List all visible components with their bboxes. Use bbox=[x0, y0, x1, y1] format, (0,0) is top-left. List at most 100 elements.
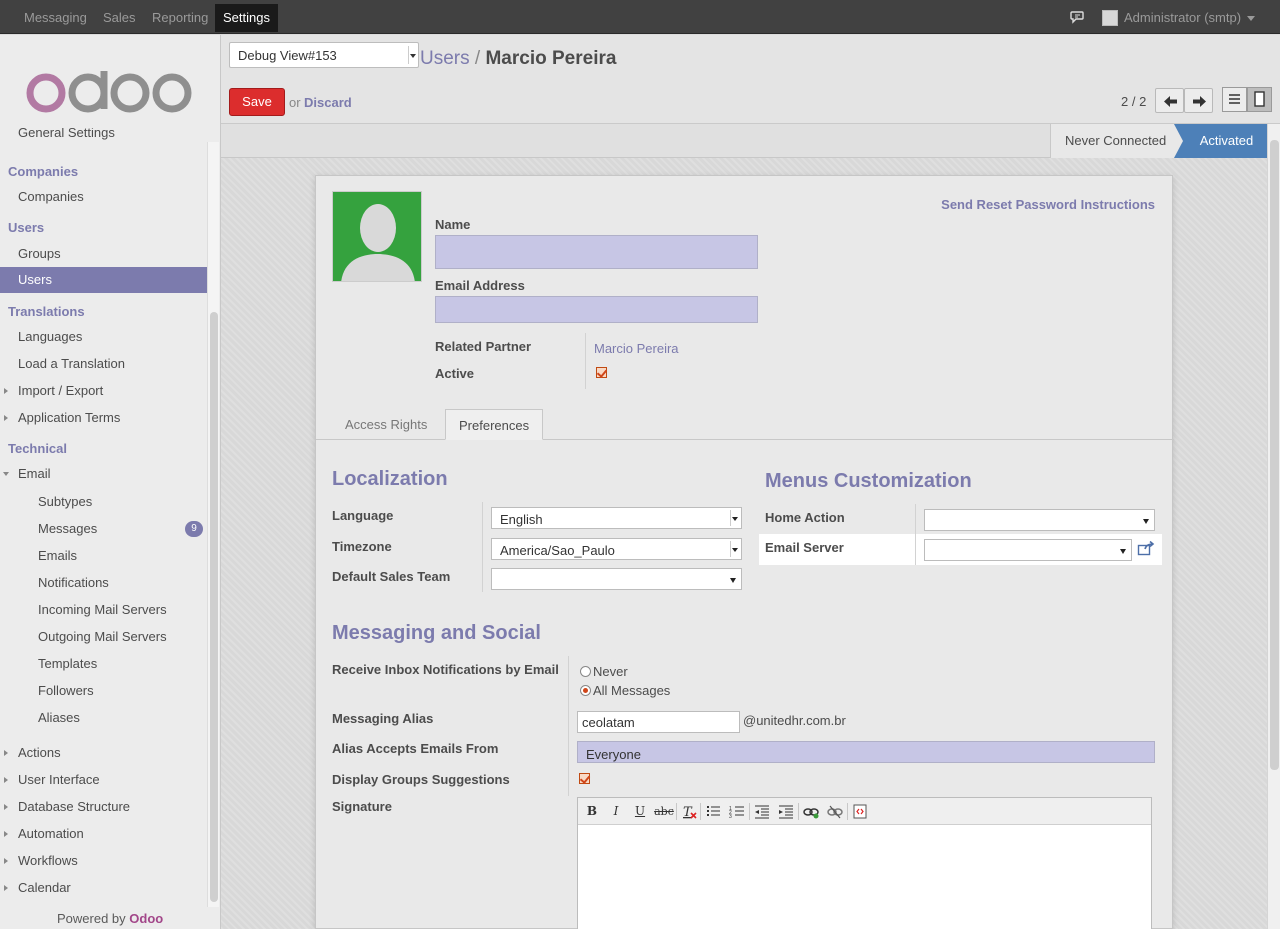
menu-reporting[interactable]: Reporting bbox=[144, 4, 216, 32]
indent-icon[interactable] bbox=[776, 802, 796, 821]
scrollbar-thumb[interactable] bbox=[1270, 140, 1279, 770]
messaging-alias-input[interactable]: ceolatam bbox=[577, 711, 740, 733]
breadcrumb-users-link[interactable]: Users bbox=[420, 48, 470, 69]
list-view-button[interactable] bbox=[1222, 87, 1247, 112]
underline-icon[interactable]: U bbox=[630, 802, 650, 821]
email-input[interactable] bbox=[435, 296, 758, 323]
active-checkbox[interactable] bbox=[596, 367, 607, 378]
sidebar-item-user-interface[interactable]: User Interface bbox=[0, 767, 207, 793]
related-partner-link[interactable]: Marcio Pereira bbox=[594, 341, 679, 356]
sidebar-item-general-settings[interactable]: General Settings bbox=[0, 128, 207, 142]
home-action-select[interactable] bbox=[924, 509, 1155, 531]
sidebar-header-translations: Translations bbox=[8, 304, 85, 319]
menu-messaging[interactable]: Messaging bbox=[16, 4, 95, 32]
external-link-icon[interactable] bbox=[1137, 540, 1155, 556]
status-never-connected[interactable]: Never Connected bbox=[1050, 124, 1181, 158]
language-select[interactable]: English bbox=[491, 507, 742, 529]
expand-arrow-icon[interactable] bbox=[4, 858, 8, 864]
sidebar-item-email[interactable]: Email bbox=[0, 461, 207, 487]
sidebar-item-languages[interactable]: Languages bbox=[0, 324, 207, 350]
discard-button[interactable]: Discard bbox=[304, 95, 352, 110]
radio-all-messages[interactable] bbox=[580, 685, 591, 696]
numbered-list-icon[interactable]: 123 bbox=[727, 802, 747, 821]
debug-view-select[interactable]: Debug View#153 bbox=[229, 42, 419, 68]
link-icon[interactable] bbox=[801, 802, 821, 821]
chevron-down-icon bbox=[730, 541, 739, 557]
status-activated[interactable]: Activated bbox=[1174, 124, 1269, 158]
sidebar-item-notifications[interactable]: Notifications bbox=[0, 570, 207, 596]
sidebar-item-load-translation[interactable]: Load a Translation bbox=[0, 351, 207, 377]
sidebar-item-groups[interactable]: Groups bbox=[0, 241, 207, 267]
sidebar-item-messages[interactable]: Messages 9 bbox=[0, 516, 207, 542]
expand-arrow-icon[interactable] bbox=[4, 415, 8, 421]
send-reset-password-link[interactable]: Send Reset Password Instructions bbox=[941, 197, 1155, 212]
sidebar-item-label: Automation bbox=[18, 826, 84, 841]
sidebar-item-companies[interactable]: Companies bbox=[0, 184, 207, 210]
user-avatar-image[interactable] bbox=[332, 191, 422, 282]
previous-record-button[interactable] bbox=[1155, 88, 1184, 113]
radio-never[interactable] bbox=[580, 666, 591, 677]
sidebar-item-database-structure[interactable]: Database Structure bbox=[0, 794, 207, 820]
language-label: Language bbox=[332, 508, 394, 523]
main-scrollbar[interactable] bbox=[1267, 124, 1280, 929]
save-button[interactable]: Save bbox=[229, 88, 285, 116]
timezone-select[interactable]: America/Sao_Paulo bbox=[491, 538, 742, 560]
chevron-down-icon bbox=[730, 510, 739, 526]
source-code-icon[interactable] bbox=[850, 802, 870, 821]
tab-access-rights[interactable]: Access Rights bbox=[332, 409, 440, 440]
collapse-arrow-icon[interactable] bbox=[3, 472, 9, 476]
form-icon bbox=[1254, 91, 1265, 107]
sidebar-item-application-terms[interactable]: Application Terms bbox=[0, 405, 207, 431]
remove-format-icon[interactable]: T bbox=[679, 802, 699, 821]
sidebar-item-users[interactable]: Users bbox=[0, 267, 207, 293]
expand-arrow-icon[interactable] bbox=[4, 804, 8, 810]
powered-by-text: Powered by bbox=[57, 911, 126, 926]
sidebar-item-followers[interactable]: Followers bbox=[0, 678, 207, 704]
pager-counter[interactable]: 2 / 2 bbox=[1121, 94, 1146, 109]
sidebar-item-incoming-mail-servers[interactable]: Incoming Mail Servers bbox=[0, 597, 207, 623]
language-value: English bbox=[500, 512, 543, 527]
form-view-button[interactable] bbox=[1247, 87, 1272, 112]
sidebar-item-subtypes[interactable]: Subtypes bbox=[0, 489, 207, 515]
odoo-link[interactable]: Odoo bbox=[129, 911, 163, 926]
menu-settings[interactable]: Settings bbox=[215, 4, 278, 32]
signature-editor[interactable]: B I U abc T 123 bbox=[577, 797, 1152, 929]
alias-accepts-select[interactable]: Everyone bbox=[577, 741, 1155, 763]
default-sales-team-label: Default Sales Team bbox=[332, 569, 451, 584]
default-sales-team-select[interactable] bbox=[491, 568, 742, 590]
display-groups-checkbox[interactable] bbox=[579, 773, 590, 784]
sidebar-item-outgoing-mail-servers[interactable]: Outgoing Mail Servers bbox=[0, 624, 207, 650]
outdent-icon[interactable] bbox=[752, 802, 772, 821]
sidebar-scrollbar[interactable] bbox=[207, 142, 219, 907]
email-server-select[interactable] bbox=[924, 539, 1132, 561]
sidebar-item-templates[interactable]: Templates bbox=[0, 651, 207, 677]
chevron-down-icon bbox=[730, 578, 736, 583]
expand-arrow-icon[interactable] bbox=[4, 885, 8, 891]
italic-icon[interactable]: I bbox=[606, 802, 626, 821]
debug-view-value: Debug View#153 bbox=[238, 48, 337, 63]
sidebar-item-label: Database Structure bbox=[18, 799, 131, 814]
chat-icon[interactable] bbox=[1070, 9, 1086, 25]
bold-icon[interactable]: B bbox=[582, 802, 602, 821]
sidebar-item-import-export[interactable]: Import / Export bbox=[0, 378, 207, 404]
sidebar-item-emails[interactable]: Emails bbox=[0, 543, 207, 569]
sidebar-item-aliases[interactable]: Aliases bbox=[0, 705, 207, 731]
expand-arrow-icon[interactable] bbox=[4, 831, 8, 837]
strikethrough-icon[interactable]: abc bbox=[654, 802, 674, 821]
expand-arrow-icon[interactable] bbox=[4, 388, 8, 394]
sidebar-item-automation[interactable]: Automation bbox=[0, 821, 207, 847]
expand-arrow-icon[interactable] bbox=[4, 750, 8, 756]
tab-preferences[interactable]: Preferences bbox=[445, 409, 544, 440]
unlink-icon[interactable] bbox=[825, 802, 845, 821]
menu-sales[interactable]: Sales bbox=[95, 4, 144, 32]
sidebar-item-calendar[interactable]: Calendar bbox=[0, 875, 207, 901]
or-text: or bbox=[289, 95, 301, 110]
next-record-button[interactable] bbox=[1184, 88, 1213, 113]
name-input[interactable] bbox=[435, 235, 758, 269]
sidebar-item-actions[interactable]: Actions bbox=[0, 740, 207, 766]
expand-arrow-icon[interactable] bbox=[4, 777, 8, 783]
bullet-list-icon[interactable] bbox=[703, 802, 723, 821]
user-menu[interactable]: Administrator (smtp) bbox=[1102, 4, 1256, 32]
sidebar-item-workflows[interactable]: Workflows bbox=[0, 848, 207, 874]
scrollbar-thumb[interactable] bbox=[210, 312, 218, 902]
